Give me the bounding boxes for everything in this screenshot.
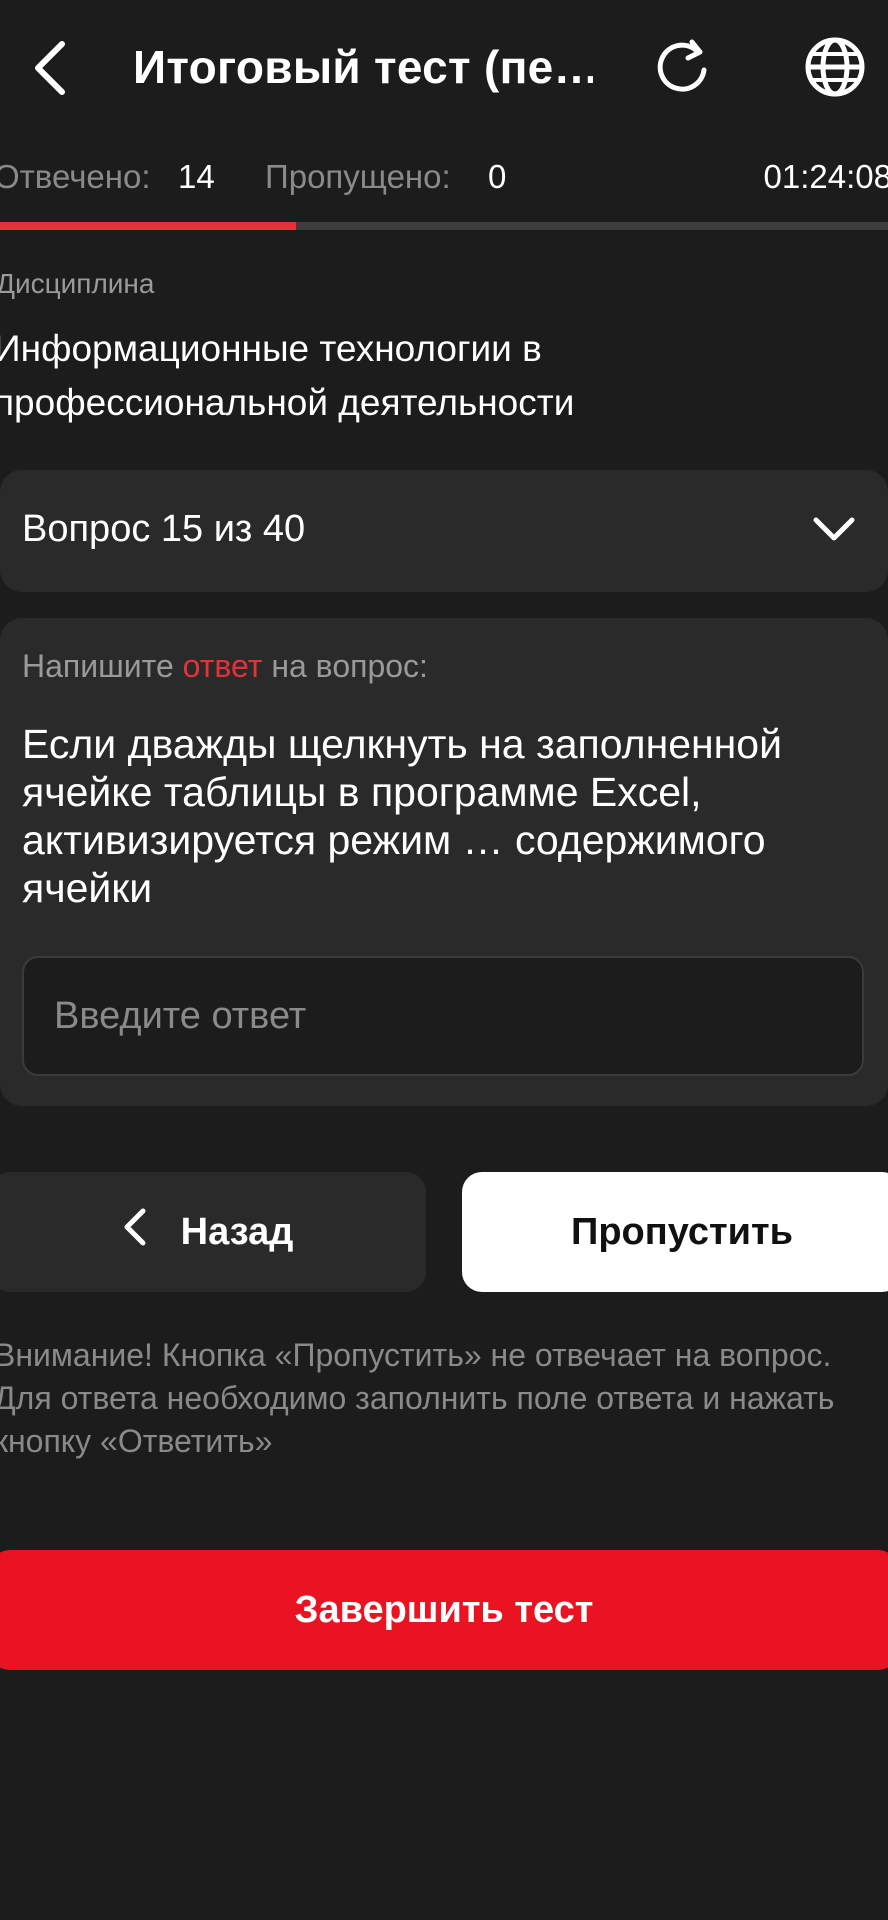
chevron-left-icon[interactable]: [22, 36, 78, 100]
skipped-count: 0: [488, 158, 507, 195]
answer-input[interactable]: [22, 956, 864, 1076]
answered-label: Отвечено:: [0, 158, 151, 195]
finish-test-button[interactable]: Завершить тест: [0, 1550, 888, 1670]
question-selector[interactable]: Вопрос 15 из 40: [0, 470, 888, 592]
discipline-name: Информационные технологии в профессионал…: [0, 328, 575, 423]
chevron-left-icon: [123, 1207, 147, 1257]
back-button[interactable]: Назад: [0, 1172, 426, 1292]
question-selector-label: Вопрос 15 из 40: [22, 508, 306, 550]
skip-button[interactable]: Пропустить: [462, 1172, 888, 1292]
back-button-label: Назад: [180, 1210, 294, 1253]
prompt-accent-word: ответ: [182, 648, 263, 684]
timer: 01:24:08: [763, 158, 888, 195]
answered-count: 14: [178, 158, 215, 195]
progress-bar: [0, 222, 888, 230]
skip-warning: Внимание! Кнопка «Пропустить» не отвечае…: [0, 1337, 835, 1459]
progress-fill: [0, 222, 296, 230]
test-stats: Отвечено: 14 Пропущено: 0 01:24:08: [0, 158, 888, 210]
refresh-icon[interactable]: [652, 36, 716, 100]
page-title: Итоговый тест (пе…: [133, 41, 593, 93]
discipline-label: Дисциплина: [0, 268, 155, 299]
chevron-down-icon: [812, 510, 856, 550]
top-app-bar: Итоговый тест (пе…: [0, 0, 888, 140]
skip-button-label: Пропустить: [571, 1210, 793, 1253]
globe-icon[interactable]: [802, 34, 868, 100]
question-text: Если дважды щелкнуть на заполненной ячей…: [22, 721, 783, 911]
question-prompt: Напишите ответ на вопрос:: [22, 648, 428, 684]
question-card: Напишите ответ на вопрос: Если дважды ще…: [0, 618, 888, 1106]
finish-test-label: Завершить тест: [294, 1588, 594, 1631]
skipped-label: Пропущено:: [265, 158, 451, 195]
